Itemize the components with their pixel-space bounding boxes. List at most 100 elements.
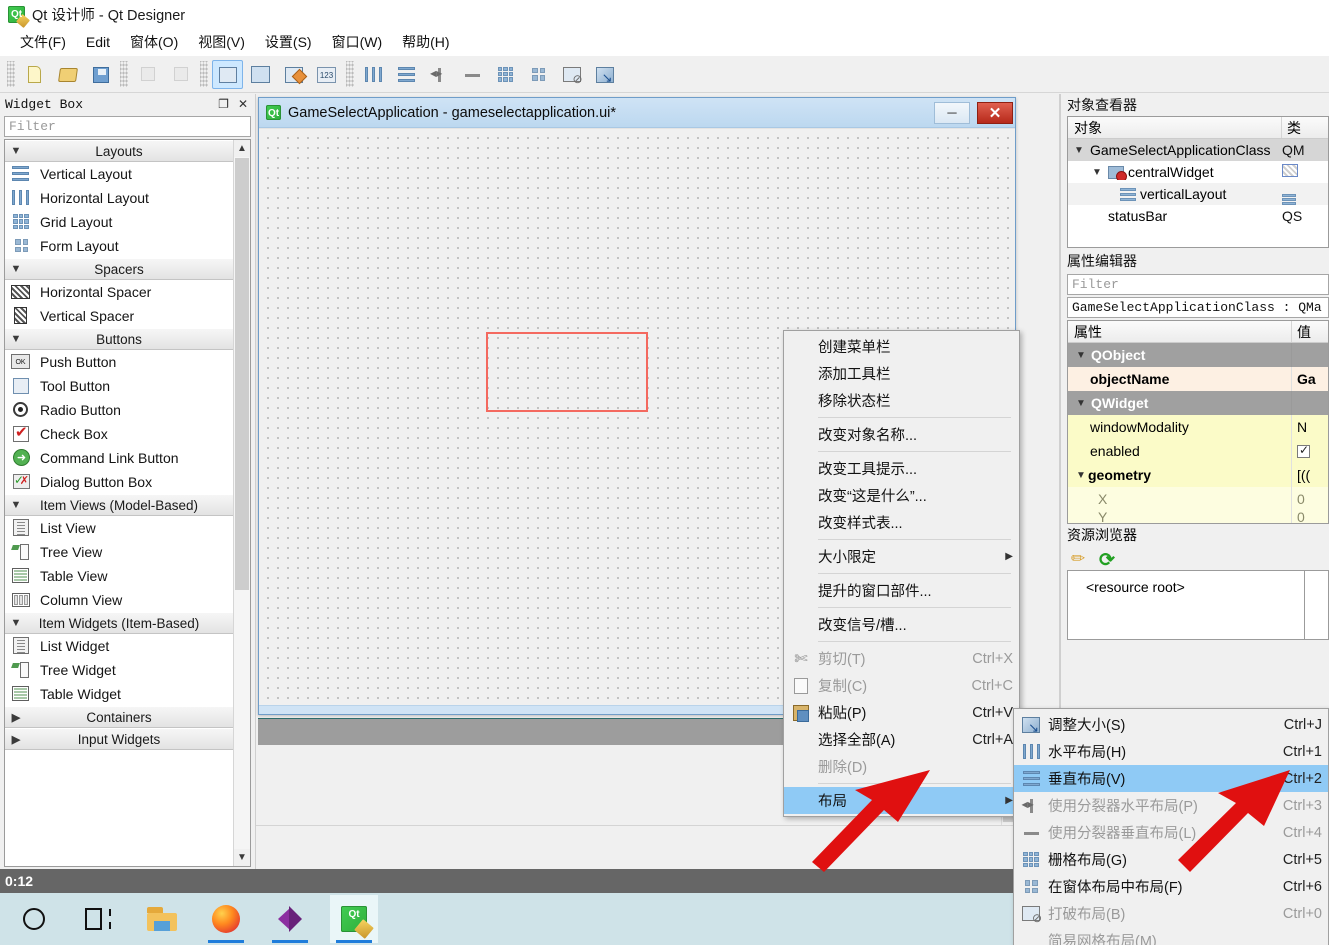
chevron-down-icon[interactable]: ▼ (1074, 470, 1088, 481)
widget-box-filter-input[interactable]: Filter (4, 116, 251, 137)
layout-horizontal-button[interactable] (358, 60, 389, 89)
menu-item-create-menubar[interactable]: 创建菜单栏 (784, 333, 1019, 360)
widget-item-list-view[interactable]: List View (5, 516, 233, 540)
edit-signals-slots-button[interactable] (245, 60, 276, 89)
property-value[interactable]: Ga (1292, 367, 1328, 391)
menu-view[interactable]: 视图(V) (188, 29, 255, 55)
widget-category-buttons[interactable]: ▼ Buttons (5, 328, 233, 350)
menu-item-layout-splitter-vertically[interactable]: 使用分裂器垂直布局(L) Ctrl+4 (1014, 819, 1328, 846)
form-minimize-button[interactable]: ─ (934, 101, 970, 124)
menu-item-layout[interactable]: 布局 ▶ (784, 787, 1019, 814)
widget-item-table-view[interactable]: Table View (5, 564, 233, 588)
property-row-geometry-x[interactable]: X 0 (1068, 487, 1328, 511)
taskbar-start-button[interactable] (10, 895, 58, 943)
menu-item-change-stylesheet[interactable]: 改变样式表... (784, 509, 1019, 536)
layout-splitter-horizontal-button[interactable] (424, 60, 455, 89)
widget-category-item-widgets[interactable]: ▼ Item Widgets (Item-Based) (5, 612, 233, 634)
widget-item-list-widget[interactable]: List Widget (5, 634, 233, 658)
layout-form-button[interactable] (523, 60, 554, 89)
menu-item-cut[interactable]: ✄ 剪切(T) Ctrl+X (784, 645, 1019, 672)
refresh-icon[interactable] (1099, 549, 1117, 567)
widget-item-form-layout[interactable]: Form Layout (5, 234, 233, 258)
new-form-button[interactable] (19, 60, 50, 89)
toolbar-grip-3[interactable] (200, 61, 208, 87)
resource-tree[interactable]: <resource root> (1067, 570, 1305, 640)
menu-item-paste[interactable]: 粘贴(P) Ctrl+V (784, 699, 1019, 726)
menu-item-change-signals-slots[interactable]: 改变信号/槽... (784, 611, 1019, 638)
menu-item-copy[interactable]: 复制(C) Ctrl+C (784, 672, 1019, 699)
widget-item-grid-layout[interactable]: Grid Layout (5, 210, 233, 234)
menu-window[interactable]: 窗口(W) (322, 29, 393, 55)
form-close-button[interactable]: ✕ (977, 101, 1013, 124)
property-row-windowmodality[interactable]: windowModality N (1068, 415, 1328, 439)
table-row[interactable]: ▼ centralWidget (1068, 161, 1328, 183)
table-row[interactable]: ▼ GameSelectApplicationClass QM (1068, 139, 1328, 161)
taskbar-task-view-button[interactable] (74, 895, 122, 943)
widget-category-layouts[interactable]: ▼ Layouts (5, 140, 233, 162)
widget-category-item-views[interactable]: ▼ Item Views (Model-Based) (5, 494, 233, 516)
redo-button[interactable] (165, 60, 196, 89)
property-group-qwidget[interactable]: ▼ QWidget (1068, 391, 1328, 415)
layout-grid-button[interactable] (490, 60, 521, 89)
column-header-class[interactable]: 类 (1282, 117, 1328, 138)
menu-item-layout-splitter-horizontally[interactable]: 使用分裂器水平布局(P) Ctrl+3 (1014, 792, 1328, 819)
open-form-button[interactable] (52, 60, 83, 89)
chevron-down-icon[interactable]: ▼ (1090, 167, 1104, 178)
widget-box-scrollbar[interactable]: ▲ ▼ (233, 140, 250, 866)
edit-buddies-button[interactable] (278, 60, 309, 89)
taskbar-qt-designer[interactable] (330, 895, 378, 943)
toolbar-grip-4[interactable] (346, 61, 354, 87)
property-row-enabled[interactable]: enabled (1068, 439, 1328, 463)
widget-item-dialog-button-box[interactable]: Dialog Button Box (5, 470, 233, 494)
widget-item-check-box[interactable]: Check Box (5, 422, 233, 446)
property-row-geometry[interactable]: ▼ geometry [(( (1068, 463, 1328, 487)
table-row[interactable]: verticalLayout (1068, 183, 1328, 205)
menu-form[interactable]: 窗体(O) (120, 29, 188, 55)
widget-item-radio-button[interactable]: Radio Button (5, 398, 233, 422)
menu-item-size-constraint[interactable]: 大小限定 ▶ (784, 543, 1019, 570)
pencil-icon[interactable] (1071, 549, 1089, 567)
menu-item-add-toolbar[interactable]: 添加工具栏 (784, 360, 1019, 387)
menu-help[interactable]: 帮助(H) (392, 29, 459, 55)
property-group-qobject[interactable]: ▼ QObject (1068, 343, 1328, 367)
toolbar-grip[interactable] (7, 61, 15, 87)
enabled-checkbox[interactable] (1297, 443, 1310, 458)
scroll-up-icon[interactable]: ▲ (234, 140, 250, 157)
widget-item-command-link-button[interactable]: Command Link Button (5, 446, 233, 470)
edit-tab-order-button[interactable]: 123 (311, 60, 342, 89)
widget-item-table-widget[interactable]: Table Widget (5, 682, 233, 706)
taskbar-file-explorer[interactable] (138, 895, 186, 943)
save-form-button[interactable] (85, 60, 116, 89)
form-context-menu[interactable]: 创建菜单栏 添加工具栏 移除状态栏 改变对象名称... 改变工具提示... 改变… (783, 330, 1020, 817)
column-header-object[interactable]: 对象 (1068, 117, 1282, 138)
widget-item-horizontal-layout[interactable]: Horizontal Layout (5, 186, 233, 210)
widget-item-tree-view[interactable]: Tree View (5, 540, 233, 564)
menu-item-select-all[interactable]: 选择全部(A) Ctrl+A (784, 726, 1019, 753)
widget-item-tree-widget[interactable]: Tree Widget (5, 658, 233, 682)
menu-item-layout-horizontally[interactable]: 水平布局(H) Ctrl+1 (1014, 738, 1328, 765)
widget-category-containers[interactable]: ▶ Containers (5, 706, 233, 728)
taskbar-firefox[interactable] (202, 895, 250, 943)
menu-item-adjust-size[interactable]: 调整大小(S) Ctrl+J (1014, 711, 1328, 738)
menu-item-layout-vertically[interactable]: 垂直布局(V) Ctrl+2 (1014, 765, 1328, 792)
menu-file[interactable]: 文件(F) (10, 29, 76, 55)
float-icon[interactable]: ❐ (218, 99, 229, 111)
widget-item-push-button[interactable]: OK Push Button (5, 350, 233, 374)
widget-item-horizontal-spacer[interactable]: Horizontal Spacer (5, 280, 233, 304)
layout-splitter-vertical-button[interactable] (457, 60, 488, 89)
layout-submenu[interactable]: 调整大小(S) Ctrl+J 水平布局(H) Ctrl+1 垂直布局(V) Ct… (1013, 708, 1329, 945)
menu-item-change-tooltip[interactable]: 改变工具提示... (784, 455, 1019, 482)
close-icon[interactable]: ✕ (238, 99, 248, 111)
property-value[interactable]: 0 (1292, 511, 1328, 523)
property-value[interactable]: 0 (1292, 487, 1328, 511)
widget-item-column-view[interactable]: Column View (5, 588, 233, 612)
property-row-geometry-y[interactable]: Y 0 (1068, 511, 1328, 523)
column-header-value[interactable]: 值 (1292, 321, 1328, 342)
edit-widgets-button[interactable] (212, 59, 243, 89)
menu-item-change-whatsthis[interactable]: 改变“这是什么”... (784, 482, 1019, 509)
property-row-objectname[interactable]: objectName Ga (1068, 367, 1328, 391)
widget-item-vertical-layout[interactable]: Vertical Layout (5, 162, 233, 186)
menu-item-change-object-name[interactable]: 改变对象名称... (784, 421, 1019, 448)
break-layout-button[interactable] (556, 60, 587, 89)
toolbar-grip-2[interactable] (120, 61, 128, 87)
